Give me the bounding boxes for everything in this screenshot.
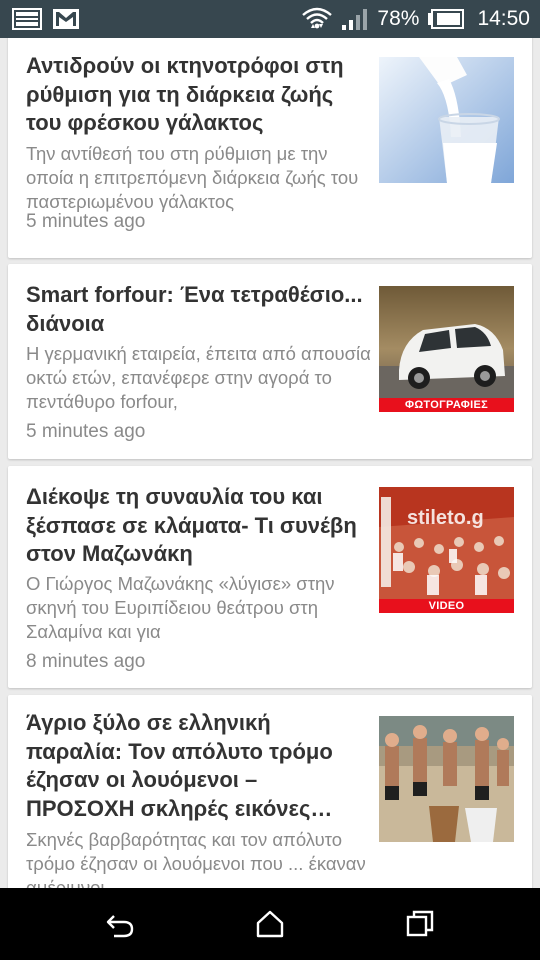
article-thumbnail (379, 716, 514, 842)
article-title: Διέκοψε τη συναυλία του και ξέσπασε σε κ… (26, 484, 357, 566)
article-time: 8 minutes ago (26, 651, 146, 672)
gallery-notification-icon (12, 8, 42, 30)
beach-fight-image (379, 716, 514, 842)
article-snippet: Την αντίθεσή του στη ρύθμιση με την οποί… (26, 143, 359, 212)
battery-icon (428, 9, 465, 29)
news-feed[interactable]: Αντιδρούν οι κτηνοτρόφοι στη ρύθμιση για… (0, 38, 540, 888)
article-card[interactable]: Διέκοψε τη συναυλία του και ξέσπασε σε κ… (8, 466, 532, 688)
back-icon[interactable] (104, 908, 136, 940)
article-thumbnail: stileto.g VIDEO (379, 487, 514, 613)
home-icon[interactable] (254, 908, 286, 940)
status-bar: 78% 14:50 (0, 0, 540, 38)
clock: 14:50 (477, 7, 530, 30)
battery-percent: 78% (377, 7, 420, 30)
photos-label: ΦΩΤΟΓΡΑΦΙΕΣ (379, 398, 514, 412)
gmail-notification-icon (53, 9, 79, 29)
wifi-icon (302, 7, 333, 29)
article-card[interactable]: Αντιδρούν οι κτηνοτρόφοι στη ρύθμιση για… (8, 38, 532, 258)
article-thumbnail (379, 57, 514, 183)
milk-pouring-image (379, 57, 514, 183)
recents-icon[interactable] (404, 908, 436, 940)
article-snippet: Η γερμανική εταιρεία, έπειτα από απουσία… (26, 343, 371, 412)
article-thumbnail: ΦΩΤΟΓΡΑΦΙΕΣ (379, 286, 514, 412)
concert-crowd-image (379, 487, 514, 613)
article-title: Smart forfour: Ένα τετραθέσιο... διάνοια (26, 282, 363, 336)
article-title: Αντιδρούν οι κτηνοτρόφοι στη ρύθμιση για… (26, 53, 344, 135)
signal-icon (342, 9, 368, 30)
white-car-image (379, 286, 514, 412)
source-watermark: stileto.g (407, 507, 484, 529)
article-snippet: Ο Γιώργος Μαζωνάκης «λύγισε» στην σκηνή … (26, 573, 335, 642)
navigation-bar (0, 888, 540, 960)
article-time: 5 minutes ago (26, 211, 146, 232)
video-label: VIDEO (379, 599, 514, 613)
article-card[interactable]: Smart forfour: Ένα τετραθέσιο... διάνοια… (8, 264, 532, 459)
article-title: Άγριο ξύλο σε ελληνική παραλία: Τον απόλ… (26, 710, 333, 821)
article-card[interactable]: Άγριο ξύλο σε ελληνική παραλία: Τον απόλ… (8, 695, 532, 888)
article-time: 5 minutes ago (26, 421, 146, 442)
article-snippet: Σκηνές βαρβαρότητας και τον απόλυτο τρόμ… (26, 829, 366, 888)
